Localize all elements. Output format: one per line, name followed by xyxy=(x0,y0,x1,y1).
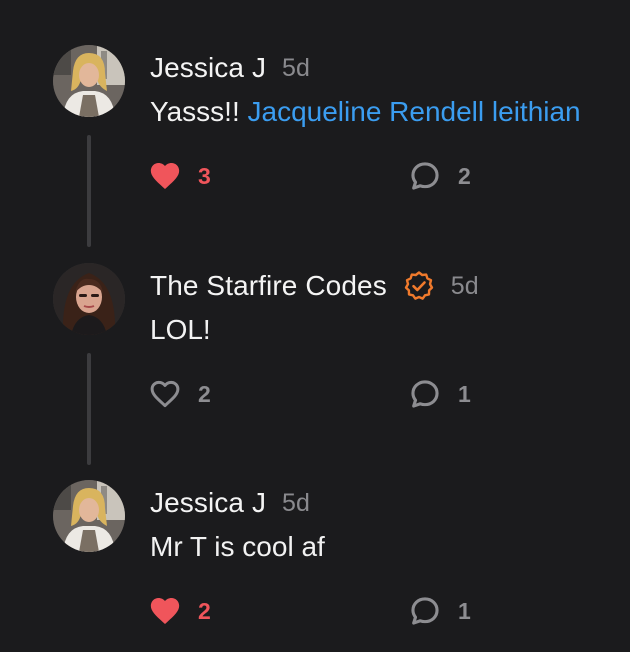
comment-text: Mr T is cool af xyxy=(150,531,325,563)
comment-timestamp: 5d xyxy=(282,53,310,82)
comment-text: LOL! xyxy=(150,314,211,346)
comment-header: The Starfire Codes 5d xyxy=(150,268,479,304)
reply-button[interactable]: 1 xyxy=(408,376,471,412)
comment-item: Jessica J 5d Mr T is cool af 2 1 xyxy=(0,435,630,645)
heart-icon xyxy=(150,162,180,190)
like-count: 2 xyxy=(198,380,211,407)
like-count: 2 xyxy=(198,597,211,624)
like-button[interactable]: 2 xyxy=(148,376,211,412)
comment-header: Jessica J 5d xyxy=(150,485,310,521)
comment-text-content: Mr T is cool af xyxy=(150,531,325,562)
avatar-dark-haired-woman-icon xyxy=(53,263,125,335)
heart-outline-icon xyxy=(150,380,180,408)
speech-bubble-icon xyxy=(411,162,439,190)
avatar-blonde-woman-icon xyxy=(53,480,125,552)
like-button[interactable]: 3 xyxy=(148,158,211,194)
reply-count: 1 xyxy=(458,597,471,624)
author-name[interactable]: Jessica J xyxy=(150,52,266,84)
comment-timestamp: 5d xyxy=(450,271,479,300)
comment-text-content: Yasss!! xyxy=(150,96,240,127)
user-mention-link[interactable]: Jacqueline Rendell leithian xyxy=(248,96,581,127)
verified-badge-icon xyxy=(404,271,433,300)
comment-actions: 2 1 xyxy=(148,376,488,412)
comment-text-content: LOL! xyxy=(150,314,211,345)
author-avatar[interactable] xyxy=(53,480,125,552)
like-button[interactable]: 2 xyxy=(148,593,211,629)
verified-badge xyxy=(403,270,435,302)
like-count: 3 xyxy=(198,162,211,189)
comment-text: Yasss!! Jacqueline Rendell leithian xyxy=(150,96,581,128)
comment-item: The Starfire Codes 5d LOL! 2 1 xyxy=(0,218,630,465)
reply-button[interactable]: 1 xyxy=(408,593,471,629)
speech-bubble-icon xyxy=(411,380,439,408)
comment-actions: 2 1 xyxy=(148,593,488,629)
comment-timestamp: 5d xyxy=(282,488,310,517)
avatar-blonde-woman-icon xyxy=(53,45,125,117)
reply-count: 1 xyxy=(458,380,471,407)
speech-bubble-icon xyxy=(411,597,439,625)
author-avatar[interactable] xyxy=(53,263,125,335)
comment-thread: Jessica J 5d Yasss!! Jacqueline Rendell … xyxy=(0,0,630,652)
comment-item: Jessica J 5d Yasss!! Jacqueline Rendell … xyxy=(0,0,630,247)
heart-icon xyxy=(150,597,180,625)
author-name[interactable]: Jessica J xyxy=(150,487,266,519)
author-name[interactable]: The Starfire Codes xyxy=(150,270,387,302)
author-avatar[interactable] xyxy=(53,45,125,117)
reply-count: 2 xyxy=(458,162,471,189)
reply-button[interactable]: 2 xyxy=(408,158,471,194)
comment-actions: 3 2 xyxy=(148,158,488,194)
comment-header: Jessica J 5d xyxy=(150,50,310,86)
